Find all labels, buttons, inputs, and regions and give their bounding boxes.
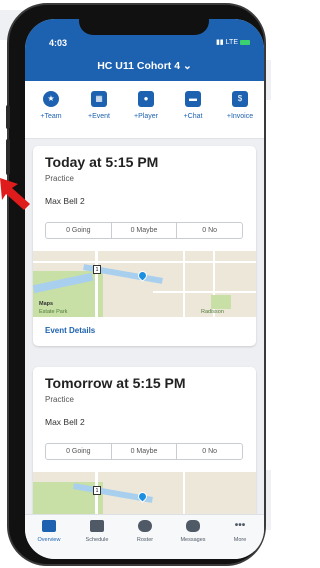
event-time: Today at 5:15 PM xyxy=(45,154,159,170)
people-icon xyxy=(138,520,152,532)
team-title: HC U11 Cohort 4 xyxy=(97,60,181,72)
tab-schedule[interactable]: Schedule xyxy=(75,520,119,543)
annotation-arrow-icon xyxy=(0,178,30,210)
map-park xyxy=(211,295,231,309)
moneybag-icon: $ xyxy=(232,91,248,107)
team-icon: ★ xyxy=(43,91,59,107)
action-label: +Player xyxy=(134,113,158,120)
map-label: Radisson xyxy=(201,309,224,315)
map-road xyxy=(153,291,256,293)
chevron-down-icon: ⌄ xyxy=(182,60,192,72)
quick-actions-bar: ★ +Team ▦ +Event ● +Player ▬ +Chat $ +In… xyxy=(25,81,264,139)
map-road xyxy=(33,261,256,263)
screenshot-stage: 4:03 ▮▮ LTE HC U11 Cohort 4 ⌄ ★ +Team ▦ … xyxy=(0,0,271,568)
chat-icon: ▬ xyxy=(185,91,201,107)
chat-bubble-icon xyxy=(186,520,200,532)
ellipsis-icon: ••• xyxy=(234,520,246,531)
volume-button xyxy=(6,105,10,129)
event-location: Max Bell 2 xyxy=(45,417,85,427)
tab-label: Overview xyxy=(37,537,61,543)
tab-label: Roster xyxy=(136,537,154,543)
app-screen: 4:03 ▮▮ LTE HC U11 Cohort 4 ⌄ ★ +Team ▦ … xyxy=(25,19,264,559)
event-time: Tomorrow at 5:15 PM xyxy=(45,375,186,391)
tab-label: Schedule xyxy=(85,537,109,543)
app-header: 4:03 ▮▮ LTE HC U11 Cohort 4 ⌄ xyxy=(25,19,264,81)
action-label: +Invoice xyxy=(226,113,254,120)
rsvp-maybe[interactable]: 0 Maybe xyxy=(112,223,178,238)
tab-messages[interactable]: Messages xyxy=(171,520,215,543)
team-selector[interactable]: HC U11 Cohort 4 ⌄ xyxy=(25,60,264,72)
person-icon: ● xyxy=(138,91,154,107)
event-details-link[interactable]: Event Details xyxy=(45,326,95,335)
add-invoice-button[interactable]: $ +Invoice xyxy=(220,91,260,120)
map-road xyxy=(183,251,185,317)
map-label: Estate Park xyxy=(39,309,68,315)
status-indicators: ▮▮ LTE xyxy=(216,38,250,46)
route-shield-icon: 1 xyxy=(93,265,101,274)
tab-roster[interactable]: Roster xyxy=(123,520,167,543)
bottom-tab-bar: Overview Schedule Roster Messages ••• Mo… xyxy=(25,514,264,559)
route-shield-icon: 1 xyxy=(93,486,101,495)
volume-button xyxy=(6,139,10,175)
event-card[interactable]: Tomorrow at 5:15 PM Practice Max Bell 2 … xyxy=(33,367,256,527)
action-label: +Chat xyxy=(183,113,203,120)
tab-overview[interactable]: Overview xyxy=(27,520,71,543)
action-label: +Team xyxy=(40,113,62,120)
rsvp-no[interactable]: 0 No xyxy=(177,223,242,238)
network-label: LTE xyxy=(225,38,238,46)
event-type: Practice xyxy=(45,174,74,183)
tab-label: More xyxy=(233,537,247,543)
add-chat-button[interactable]: ▬ +Chat xyxy=(173,91,213,120)
event-map[interactable]: 1 Maps Estate Park Radisson xyxy=(33,251,256,317)
rsvp-going[interactable]: 0 Going xyxy=(46,223,112,238)
battery-icon xyxy=(240,39,250,45)
calendar-icon xyxy=(90,520,104,532)
signal-icon: ▮▮ xyxy=(215,39,224,46)
event-location: Max Bell 2 xyxy=(45,196,85,206)
tab-label: Messages xyxy=(180,537,206,543)
phone-frame: 4:03 ▮▮ LTE HC U11 Cohort 4 ⌄ ★ +Team ▦ … xyxy=(6,3,266,566)
action-label: +Event xyxy=(88,113,110,120)
rsvp-no[interactable]: 0 No xyxy=(177,444,242,459)
map-attribution: Maps xyxy=(39,301,54,307)
tab-more[interactable]: ••• More xyxy=(218,520,262,543)
device-notch xyxy=(79,19,209,35)
status-time: 4:03 xyxy=(49,38,68,48)
event-type: Practice xyxy=(45,395,74,404)
home-icon xyxy=(42,520,56,532)
rsvp-maybe[interactable]: 0 Maybe xyxy=(112,444,178,459)
rsvp-summary: 0 Going 0 Maybe 0 No xyxy=(45,222,243,239)
calendar-icon: ▦ xyxy=(91,91,107,107)
event-card[interactable]: Today at 5:15 PM Practice Max Bell 2 0 G… xyxy=(33,146,256,346)
rsvp-going[interactable]: 0 Going xyxy=(46,444,112,459)
add-team-button[interactable]: ★ +Team xyxy=(31,91,71,120)
rsvp-summary: 0 Going 0 Maybe 0 No xyxy=(45,443,243,460)
add-player-button[interactable]: ● +Player xyxy=(126,91,166,120)
add-event-button[interactable]: ▦ +Event xyxy=(79,91,119,120)
